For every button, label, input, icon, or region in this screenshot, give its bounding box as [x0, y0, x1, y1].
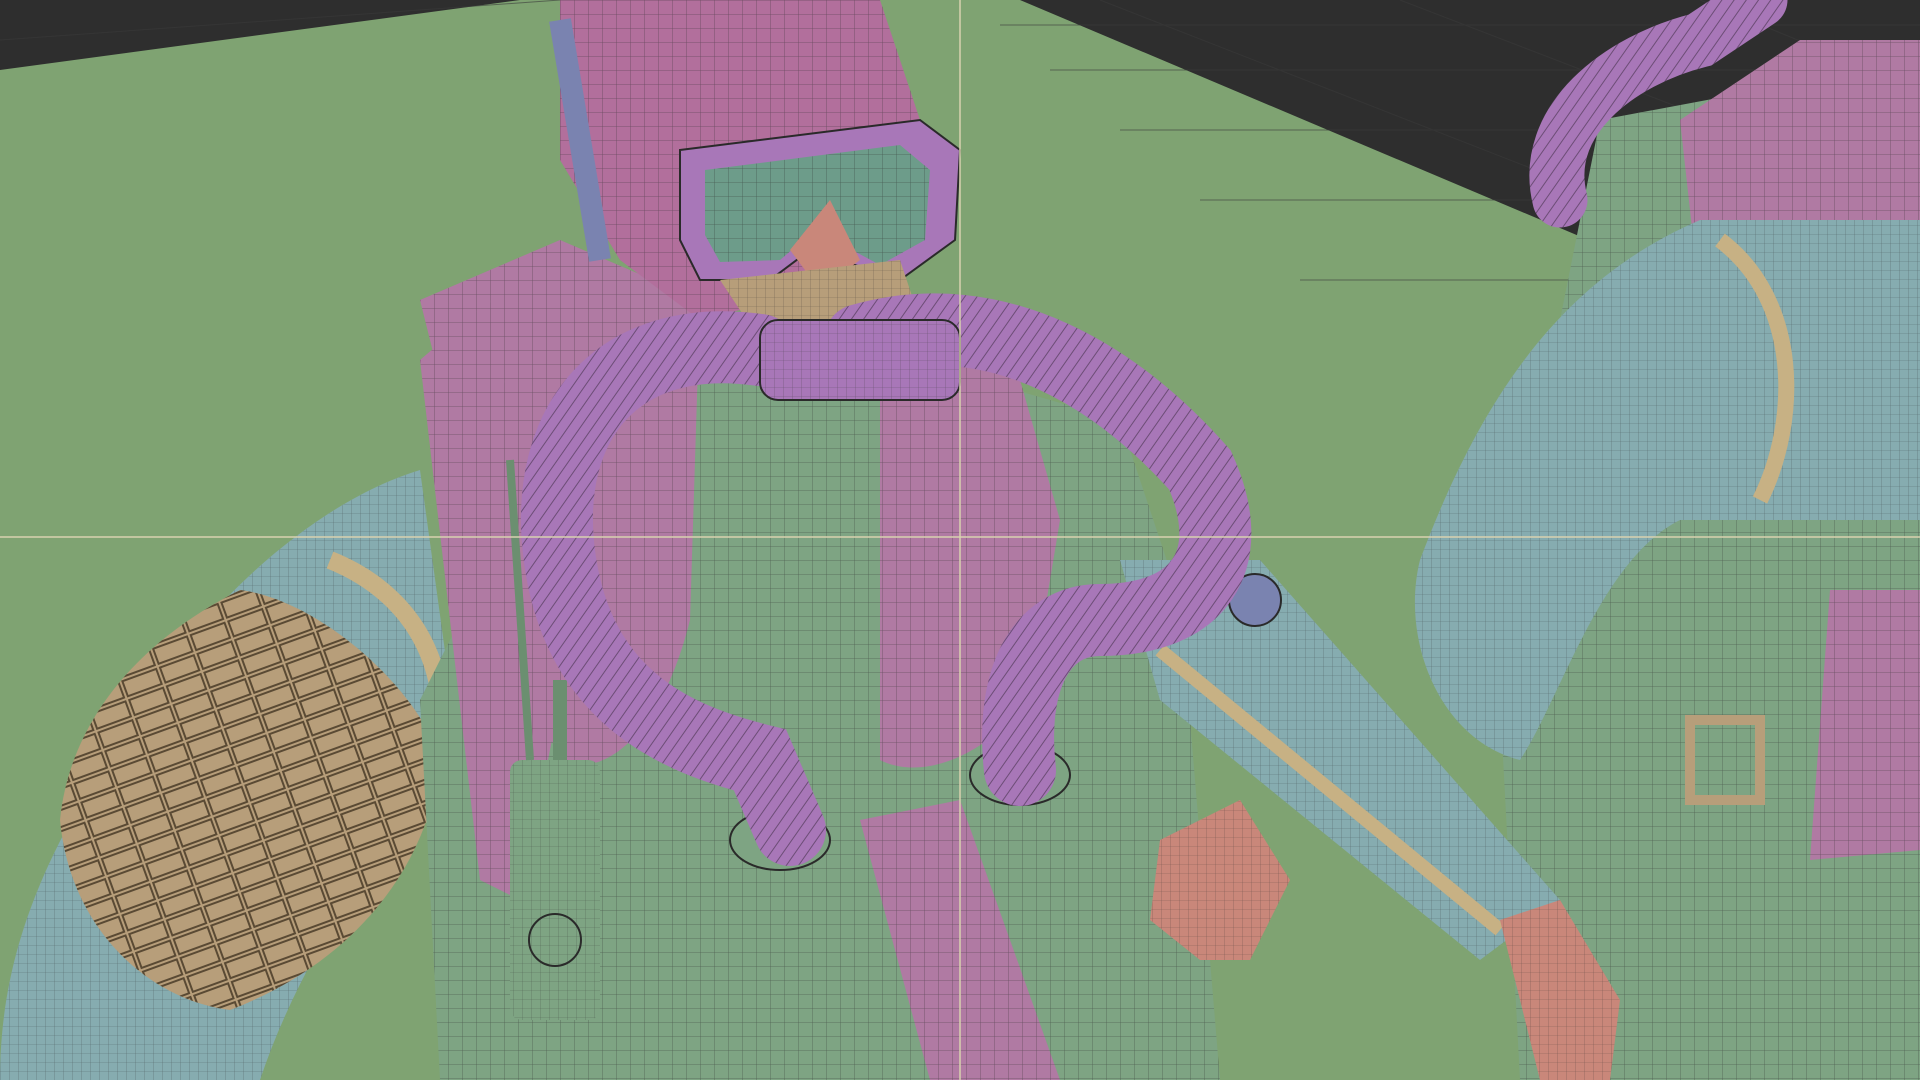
3d-viewport[interactable] [0, 0, 1920, 1080]
viewport-canvas[interactable] [0, 0, 1920, 1080]
